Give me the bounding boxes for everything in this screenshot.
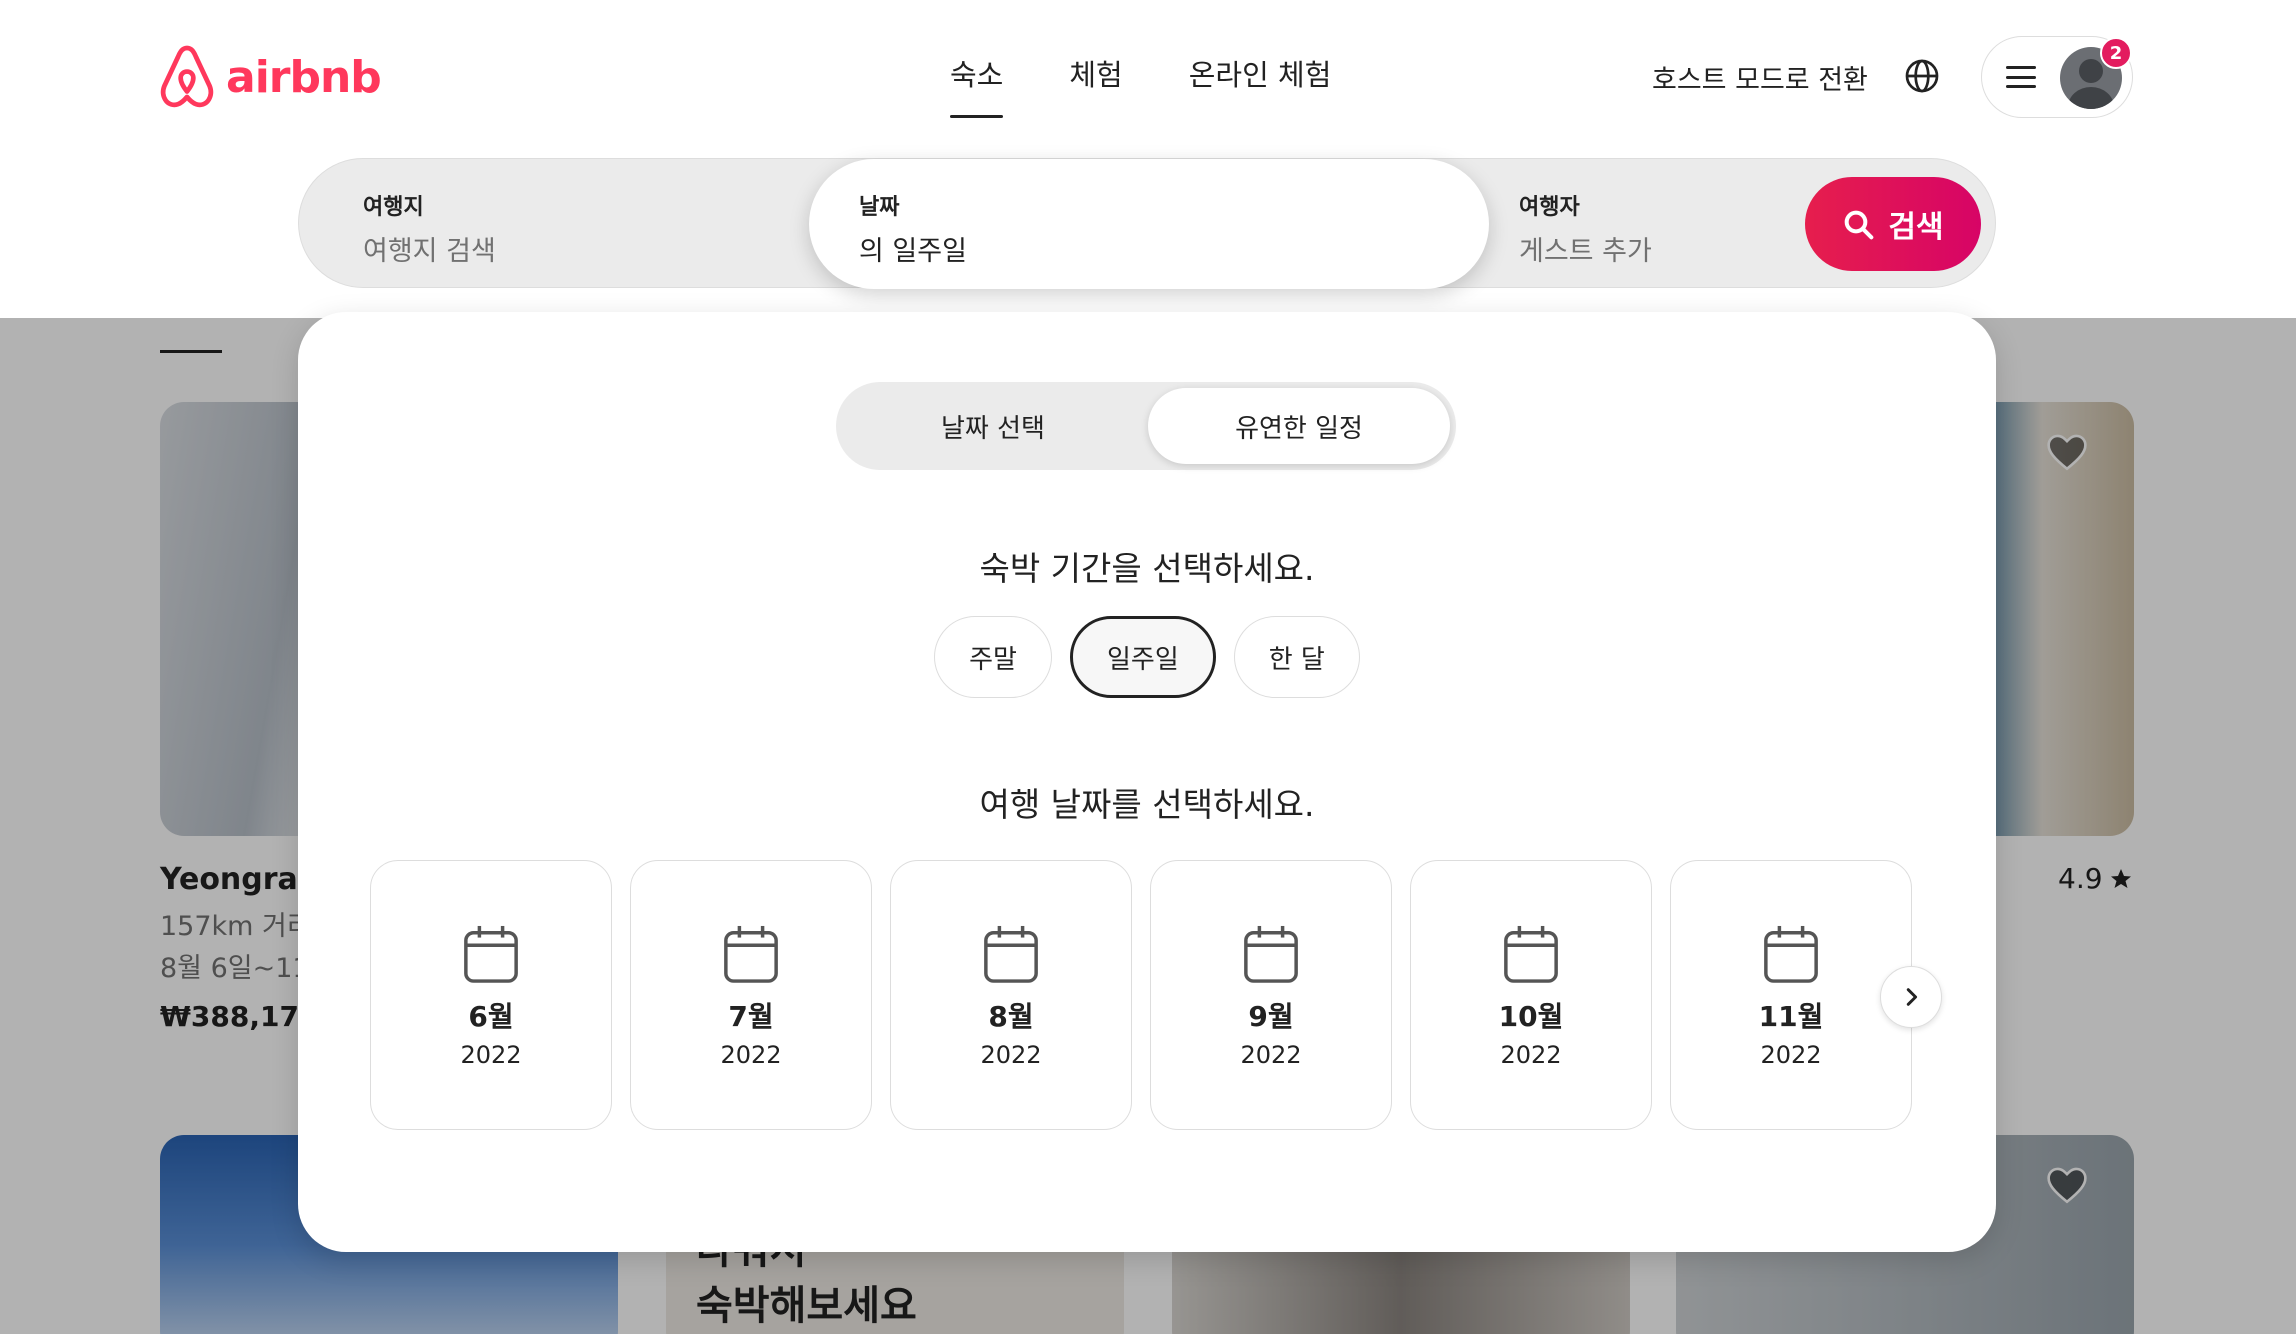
calendar-icon (1244, 925, 1298, 983)
month-card[interactable]: 10월 2022 (1410, 860, 1652, 1130)
search-button-label: 검색 (1888, 210, 1944, 245)
airbnb-logo[interactable]: airbnb (158, 44, 382, 110)
stay-option-month[interactable]: 한 달 (1233, 616, 1360, 698)
globe-icon[interactable] (1904, 58, 1940, 94)
calendar-icon (1504, 925, 1558, 983)
flexible-dates-panel: 날짜 선택 유연한 일정 숙박 기간을 선택하세요. 주말 일주일 한 달 여행… (298, 312, 1996, 1252)
month-card[interactable]: 11월 2022 (1670, 860, 1912, 1130)
search-icon (1845, 210, 1874, 240)
brand-name: airbnb (226, 51, 382, 103)
tab-flexible-dates[interactable]: 유연한 일정 (1148, 388, 1450, 464)
nav-online-experiences[interactable]: 온라인 체험 (1189, 52, 1332, 118)
month-card[interactable]: 7월 2022 (630, 860, 872, 1130)
search-bar: 여행지 여행지 검색 여행자 게스트 추가 날짜 의 일주일 검색 (298, 158, 1996, 289)
main-nav: 숙소 체험 온라인 체험 (950, 52, 1331, 118)
notification-badge: 2 (2100, 37, 2132, 69)
calendar-icon (724, 925, 778, 983)
months-next-button[interactable] (1880, 966, 1942, 1028)
calendar-icon (464, 925, 518, 983)
stay-length-heading: 숙박 기간을 선택하세요. (979, 549, 1315, 588)
stay-option-weekend[interactable]: 주말 (934, 616, 1052, 698)
search-date-field[interactable]: 날짜 의 일주일 (809, 159, 1489, 289)
search-button[interactable]: 검색 (1805, 177, 1981, 271)
tab-choose-dates[interactable]: 날짜 선택 (842, 388, 1144, 464)
nav-stays[interactable]: 숙소 (950, 52, 1004, 118)
nav-experiences[interactable]: 체험 (1069, 52, 1122, 118)
calendar-icon (984, 925, 1038, 983)
stay-option-week[interactable]: 일주일 (1069, 616, 1216, 698)
month-card[interactable]: 9월 2022 (1150, 860, 1392, 1130)
calendar-icon (1764, 925, 1818, 983)
month-card[interactable]: 8월 2022 (890, 860, 1132, 1130)
search-guests-field[interactable]: 여행자 게스트 추가 (1479, 159, 1779, 289)
date-mode-toggle: 날짜 선택 유연한 일정 (836, 382, 1456, 470)
switch-to-host-link[interactable]: 호스트 모드로 전환 (1652, 58, 1868, 97)
header: airbnb 숙소 체험 온라인 체험 호스트 모드로 전환 2 여행지 여행지… (0, 0, 2296, 318)
chevron-right-icon (1906, 988, 1918, 1006)
stay-length-options: 주말 일주일 한 달 (298, 616, 1996, 698)
user-menu-button[interactable]: 2 (1981, 36, 2133, 118)
search-where-field[interactable]: 여행지 여행지 검색 (299, 159, 819, 289)
airbnb-logo-icon (160, 45, 214, 108)
trip-date-heading: 여행 날짜를 선택하세요. (979, 785, 1315, 824)
month-options: 6월 2022 7월 2022 8월 2022 9월 2022 10월 2022… (370, 860, 1912, 1130)
month-card[interactable]: 6월 2022 (370, 860, 612, 1130)
menu-icon (2006, 66, 2036, 88)
